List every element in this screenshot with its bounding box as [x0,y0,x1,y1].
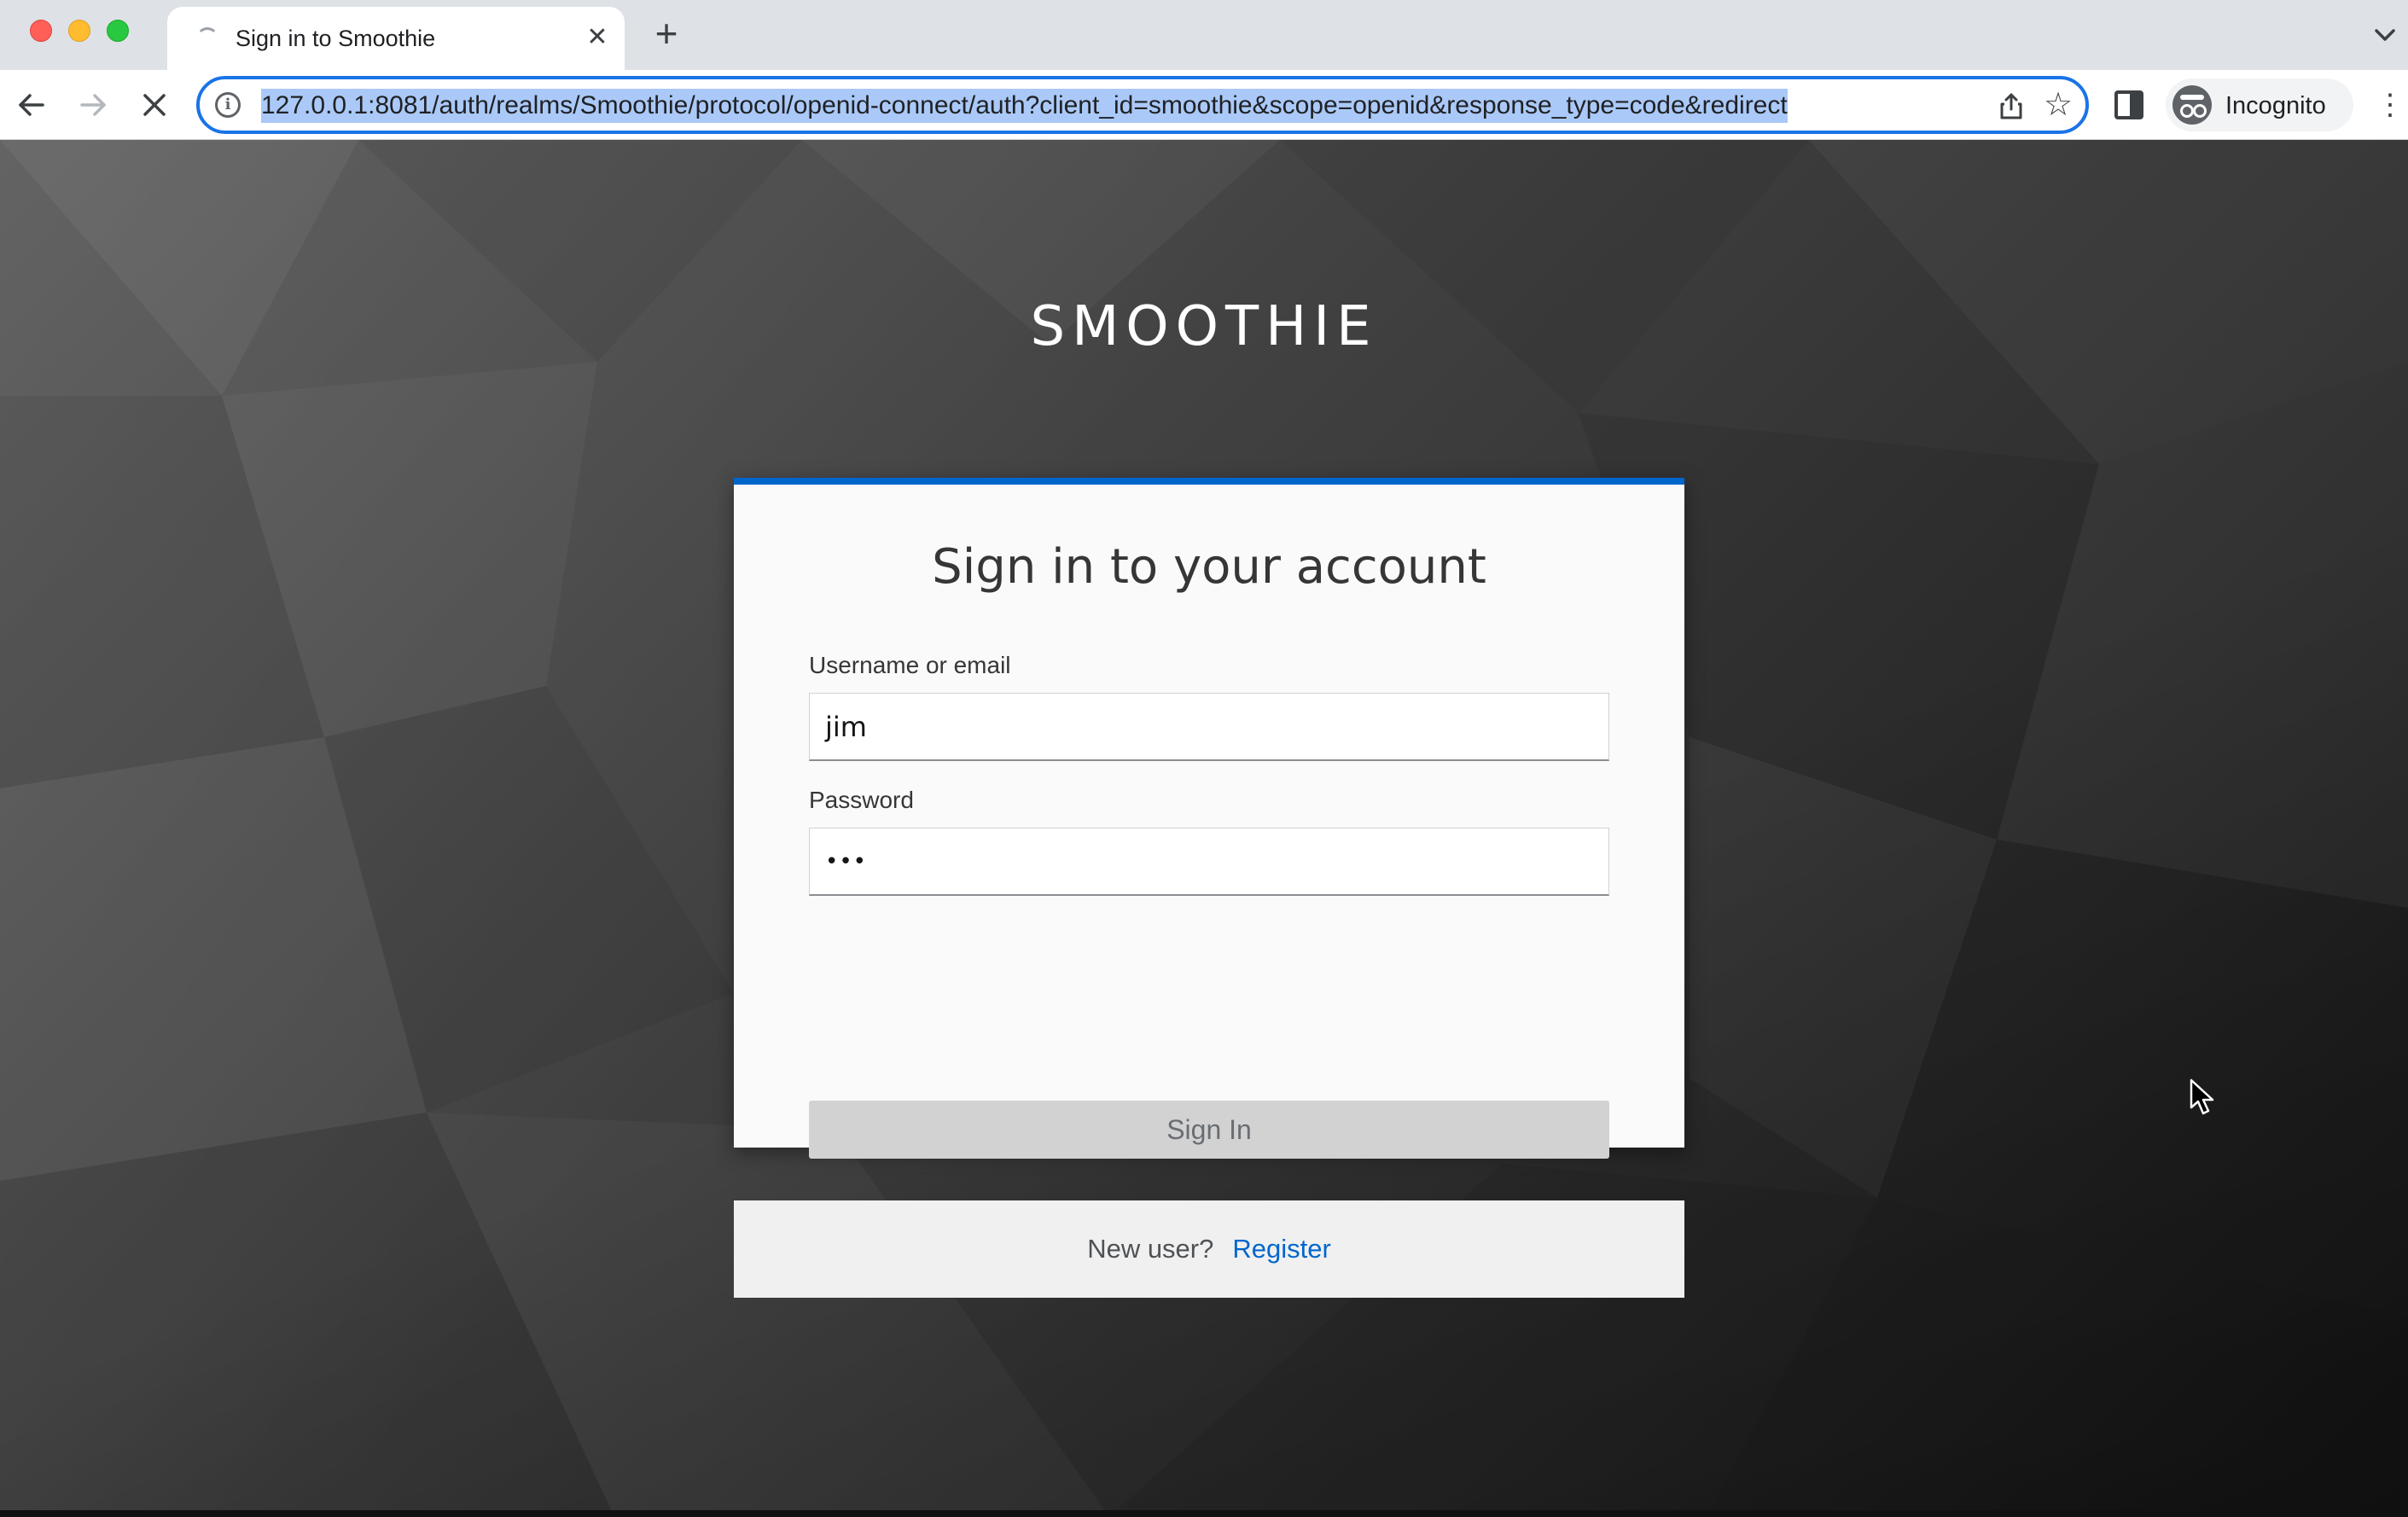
incognito-icon [2172,85,2212,125]
sign-in-button[interactable]: Sign In [809,1101,1609,1159]
new-user-prompt: New user? [1087,1234,1214,1264]
footer-text: New user? Register [734,1200,1684,1298]
active-tab[interactable]: Sign in to Smoothie ✕ [167,7,625,70]
tab-title: Sign in to Smoothie [236,26,436,51]
page-title: Sign in to your account [932,539,1486,595]
minimize-window-button[interactable] [68,20,90,42]
share-icon[interactable] [1997,91,2026,120]
username-value: jim [825,711,867,743]
stop-icon[interactable] [135,85,174,125]
bottom-edge [0,1510,2408,1517]
incognito-profile-button[interactable]: Incognito [2166,78,2353,131]
login-page: SMOOTHIE Sign in to your account Usernam… [0,140,2408,1517]
bookmark-star-icon[interactable]: ☆ [2041,88,2075,122]
tab-strip: Sign in to Smoothie ✕ + [0,0,2408,70]
mouse-cursor-icon [2190,1078,2214,1115]
brand-header: SMOOTHIE [1030,295,1378,358]
register-link[interactable]: Register [1232,1234,1330,1264]
address-bar[interactable]: i 127.0.0.1:8081/auth/realms/Smoothie/pr… [196,76,2089,134]
loading-spinner-icon [196,27,218,49]
new-tab-button[interactable]: + [647,14,686,55]
url-text[interactable]: 127.0.0.1:8081/auth/realms/Smoothie/prot… [261,89,1788,123]
incognito-label: Incognito [2225,92,2326,119]
close-window-button[interactable] [30,20,52,42]
password-label: Password [809,787,914,813]
password-value: ••• [825,849,868,875]
back-icon[interactable] [12,85,51,125]
side-panel-icon[interactable] [2114,90,2143,119]
card-footer: New user? Register [734,1200,1684,1298]
tab-search-chevron-icon[interactable] [2370,20,2399,49]
login-card: Sign in to your account Username or emai… [734,478,1684,1298]
username-input[interactable]: jim [809,693,1609,761]
zoom-window-button[interactable] [107,20,129,42]
username-label: Username or email [809,652,1011,678]
kebab-menu-icon[interactable]: ⋮ [2376,90,2405,119]
forward-icon[interactable] [73,85,113,125]
browser-toolbar: i 127.0.0.1:8081/auth/realms/Smoothie/pr… [0,70,2408,140]
password-input[interactable]: ••• [809,828,1609,896]
tab-close-icon[interactable]: ✕ [580,20,614,55]
info-icon[interactable]: i [215,92,241,118]
